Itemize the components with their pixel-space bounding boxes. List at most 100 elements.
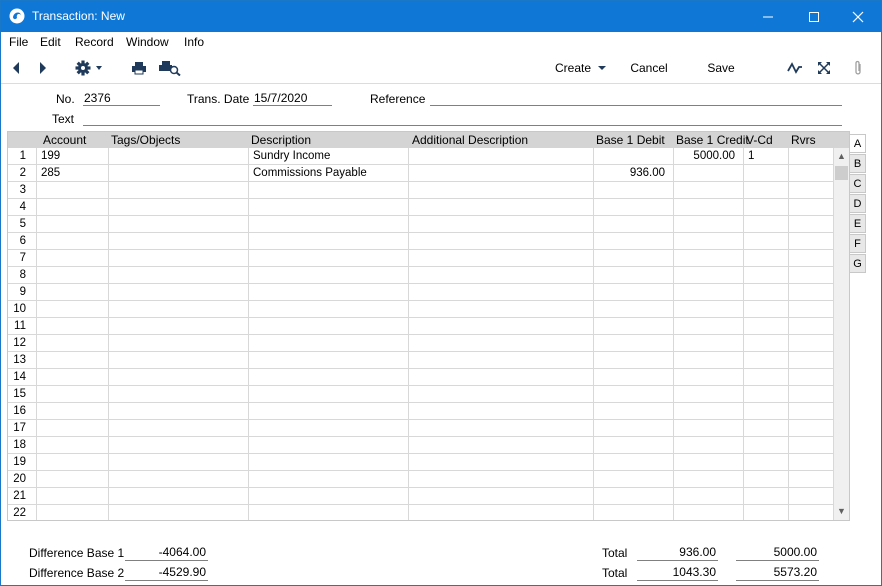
card-tab-e[interactable]: E [850,214,866,233]
debit-cell[interactable] [594,233,674,250]
account-cell[interactable] [37,352,109,369]
vcd-cell[interactable] [744,420,789,437]
rvrs-cell[interactable] [789,199,834,216]
card-tab-a[interactable]: A [850,134,866,153]
vcd-cell[interactable] [744,488,789,505]
vcd-cell[interactable]: 1 [744,148,789,165]
create-button[interactable]: Create [554,53,610,83]
account-cell[interactable] [37,233,109,250]
tags-cell[interactable] [109,318,249,335]
additional-description-cell[interactable] [409,267,594,284]
credit-cell[interactable] [674,250,744,267]
column-header-base1-credit[interactable]: Base 1 Credit [676,133,749,147]
description-cell[interactable] [249,403,409,420]
debit-cell[interactable] [594,318,674,335]
debit-cell[interactable] [594,352,674,369]
tags-cell[interactable] [109,488,249,505]
description-cell[interactable] [249,488,409,505]
account-cell[interactable]: 285 [37,165,109,182]
vcd-cell[interactable] [744,216,789,233]
debit-cell[interactable] [594,369,674,386]
scroll-up-icon[interactable]: ▲ [836,151,847,162]
description-cell[interactable] [249,352,409,369]
credit-cell[interactable] [674,369,744,386]
account-cell[interactable] [37,250,109,267]
credit-cell[interactable] [674,420,744,437]
close-button[interactable] [835,1,881,32]
tags-cell[interactable] [109,250,249,267]
rvrs-cell[interactable] [789,488,834,505]
activity-button[interactable] [785,53,805,83]
description-cell[interactable] [249,454,409,471]
tags-cell[interactable] [109,199,249,216]
description-cell[interactable] [249,369,409,386]
account-cell[interactable] [37,301,109,318]
rvrs-cell[interactable] [789,165,834,182]
scroll-down-icon[interactable]: ▼ [836,506,847,517]
column-header-rvrs[interactable]: Rvrs [791,133,816,147]
rvrs-cell[interactable] [789,182,834,199]
credit-cell[interactable] [674,454,744,471]
tags-cell[interactable] [109,437,249,454]
account-cell[interactable] [37,182,109,199]
credit-cell[interactable] [674,437,744,454]
rvrs-cell[interactable] [789,335,834,352]
debit-cell[interactable] [594,488,674,505]
debit-cell[interactable] [594,420,674,437]
menu-edit[interactable]: Edit [40,35,61,49]
vcd-cell[interactable] [744,471,789,488]
tags-cell[interactable] [109,420,249,437]
credit-cell[interactable] [674,488,744,505]
account-cell[interactable] [37,335,109,352]
grid-scrollbar[interactable]: ▲ ▼ [834,148,849,520]
additional-description-cell[interactable] [409,454,594,471]
expand-button[interactable] [814,53,834,83]
additional-description-cell[interactable] [409,403,594,420]
print-preview-button[interactable] [158,53,182,83]
account-cell[interactable] [37,216,109,233]
card-tab-g[interactable]: G [850,254,866,273]
additional-description-cell[interactable] [409,420,594,437]
credit-cell[interactable] [674,352,744,369]
column-header-description[interactable]: Description [251,133,311,147]
debit-cell[interactable]: 936.00 [594,165,674,182]
rvrs-cell[interactable] [789,369,834,386]
additional-description-cell[interactable] [409,471,594,488]
tags-cell[interactable] [109,267,249,284]
rvrs-cell[interactable] [789,454,834,471]
description-cell[interactable] [249,216,409,233]
tags-cell[interactable] [109,335,249,352]
description-cell[interactable] [249,233,409,250]
account-cell[interactable] [37,284,109,301]
tags-cell[interactable] [109,233,249,250]
rvrs-cell[interactable] [789,471,834,488]
additional-description-cell[interactable] [409,437,594,454]
debit-cell[interactable] [594,284,674,301]
rvrs-cell[interactable] [789,318,834,335]
credit-cell[interactable] [674,403,744,420]
tags-cell[interactable] [109,403,249,420]
vcd-cell[interactable] [744,403,789,420]
credit-cell[interactable] [674,301,744,318]
menu-file[interactable]: File [9,35,28,49]
description-cell[interactable] [249,182,409,199]
account-cell[interactable] [37,403,109,420]
card-tab-c[interactable]: C [850,174,866,193]
debit-cell[interactable] [594,437,674,454]
additional-description-cell[interactable] [409,335,594,352]
debit-cell[interactable] [594,199,674,216]
additional-description-cell[interactable] [409,233,594,250]
tags-cell[interactable] [109,182,249,199]
credit-cell[interactable]: 5000.00 [674,148,744,165]
debit-cell[interactable] [594,335,674,352]
description-cell[interactable] [249,284,409,301]
card-tab-b[interactable]: B [850,154,866,173]
description-cell[interactable]: Sundry Income [249,148,409,165]
vcd-cell[interactable] [744,199,789,216]
rvrs-cell[interactable] [789,403,834,420]
credit-cell[interactable] [674,233,744,250]
account-cell[interactable] [37,267,109,284]
debit-cell[interactable] [594,454,674,471]
debit-cell[interactable] [594,301,674,318]
rvrs-cell[interactable] [789,284,834,301]
